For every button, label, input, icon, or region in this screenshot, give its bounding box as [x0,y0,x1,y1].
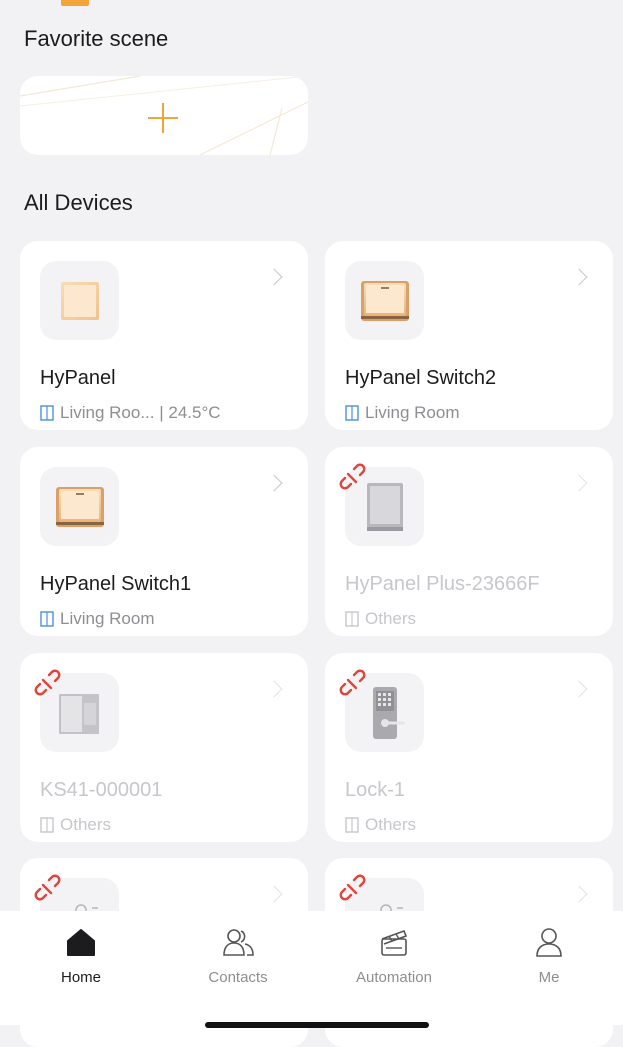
room-door-icon [345,611,359,627]
tab-automation[interactable]: Automation [344,925,444,986]
device-card[interactable]: KS41-000001 Others [20,653,308,842]
device-icon-box [40,467,119,546]
device-room: Others [345,815,416,835]
broken-link-icon [339,874,366,901]
device-name: HyPanel Switch1 [40,573,192,595]
tab-me[interactable]: Me [499,925,599,986]
contacts-icon [223,929,254,956]
broken-link-icon [339,463,366,490]
clapperboard-icon [381,929,408,956]
room-door-icon [40,611,54,627]
tab-home-label: Home [60,969,101,986]
top-tab-indicator [61,0,89,6]
all-devices-title: All Devices [24,190,133,215]
device-name: HyPanel Switch2 [345,367,497,389]
room-door-icon [345,817,359,833]
person-icon [536,928,562,957]
chevron-right-icon [570,680,588,698]
tab-contacts[interactable]: Contacts [188,925,288,986]
room-door-icon [40,817,54,833]
switch-icon [56,487,104,527]
device-card[interactable]: HyPanel Plus-23666F Others [325,447,613,636]
tab-contacts-label: Contacts [208,969,268,986]
home-indicator [205,1022,429,1028]
device-icon-box [40,261,119,340]
broken-link-icon [34,874,61,901]
device-card[interactable]: HyPanel Switch1 Living Room [20,447,308,636]
chevron-right-icon [570,474,588,492]
device-card[interactable]: HyPanel Switch2 Living Room [325,241,613,430]
device-icon-box [345,261,424,340]
device-card[interactable]: Lock-1 Others [325,653,613,842]
device-room: Living Roo... | 24.5°C [40,403,221,423]
device-name: Lock-1 [345,779,406,801]
broken-link-icon [339,669,366,696]
plus-icon[interactable] [148,103,178,133]
tab-home[interactable]: Home [31,925,131,986]
device-card[interactable]: HyPanel Living Roo... | 24.5°C [20,241,308,430]
device-name: HyPanel Plus-23666F [345,573,540,595]
device-room: Others [345,609,416,629]
broken-link-icon [34,669,61,696]
switch-icon [361,281,409,321]
device-room: Living Room [40,609,155,629]
chevron-right-icon [265,885,283,903]
device-name: HyPanel [40,367,116,389]
chevron-right-icon [265,680,283,698]
chevron-right-icon [570,885,588,903]
tab-automation-label: Automation [356,969,432,986]
chevron-right-icon [570,268,588,286]
panel-icon [61,282,99,320]
bottom-tab-bar: Home Contacts Automation Me [0,911,623,1025]
home-icon [67,929,95,956]
device-room: Living Room [345,403,460,423]
chevron-right-icon [265,474,283,492]
room-door-icon [40,405,54,421]
device-name: KS41-000001 [40,779,163,801]
room-door-icon [345,405,359,421]
favorite-scene-title: Favorite scene [24,26,169,51]
tab-me-label: Me [538,969,560,986]
device-room: Others [40,815,111,835]
chevron-right-icon [265,268,283,286]
